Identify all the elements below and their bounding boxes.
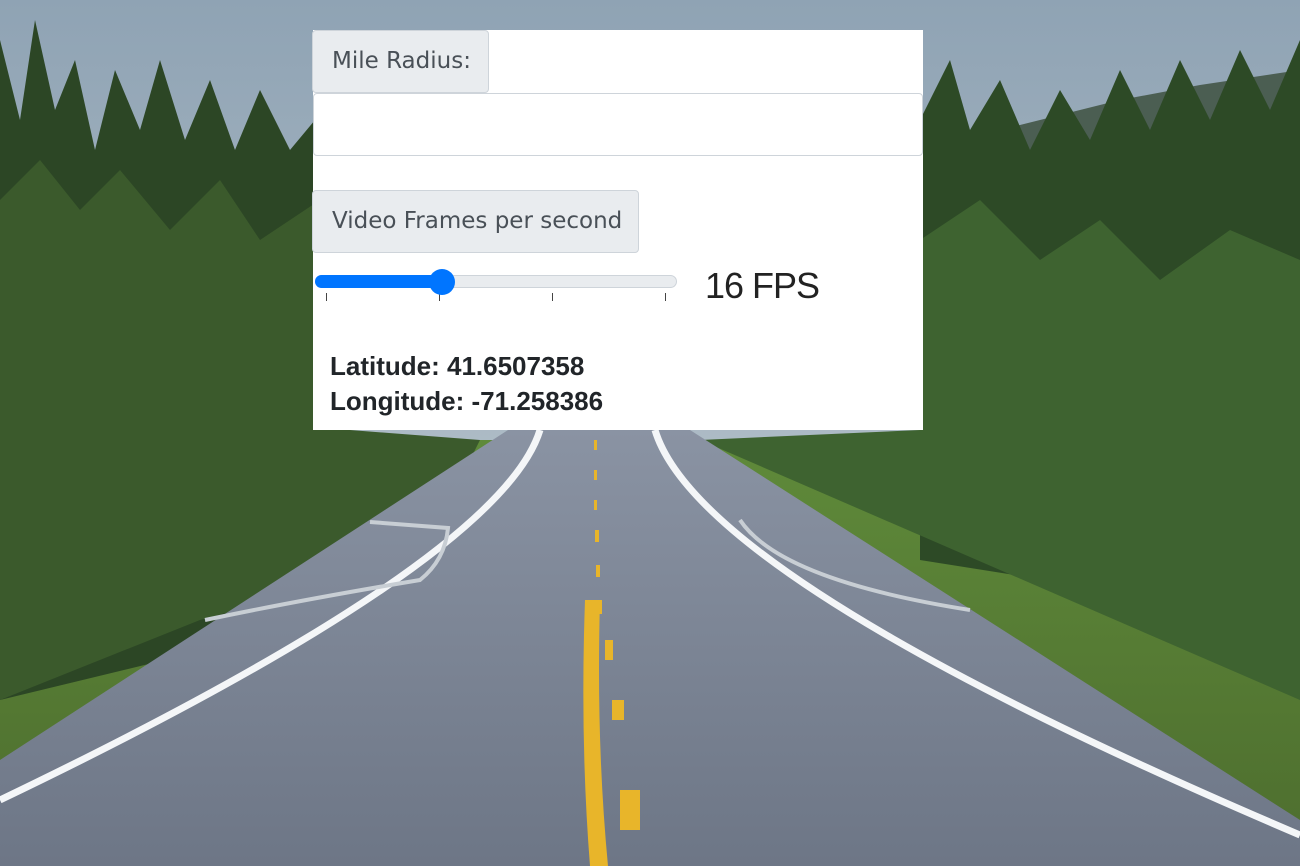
fps-slider-tick: [552, 293, 553, 301]
fps-value-display: 16 FPS: [705, 265, 820, 306]
settings-panel: Mile Radius: Video Frames per second 16 …: [312, 30, 923, 430]
longitude-text: Longitude: -71.258386: [330, 386, 604, 416]
mile-radius-input[interactable]: [313, 93, 923, 156]
app-window: Mile Radius: Video Frames per second 16 …: [0, 0, 1300, 866]
fps-slider-tick: [665, 293, 666, 301]
fps-slider-thumb[interactable]: [429, 269, 456, 295]
fps-slider[interactable]: [313, 266, 681, 306]
fps-slider-fill: [315, 275, 443, 288]
fps-label: Video Frames per second: [312, 190, 639, 253]
fps-slider-tick: [326, 293, 327, 301]
latitude-text: Latitude: 41.6507358: [330, 351, 585, 381]
mile-radius-label: Mile Radius:: [312, 30, 489, 93]
